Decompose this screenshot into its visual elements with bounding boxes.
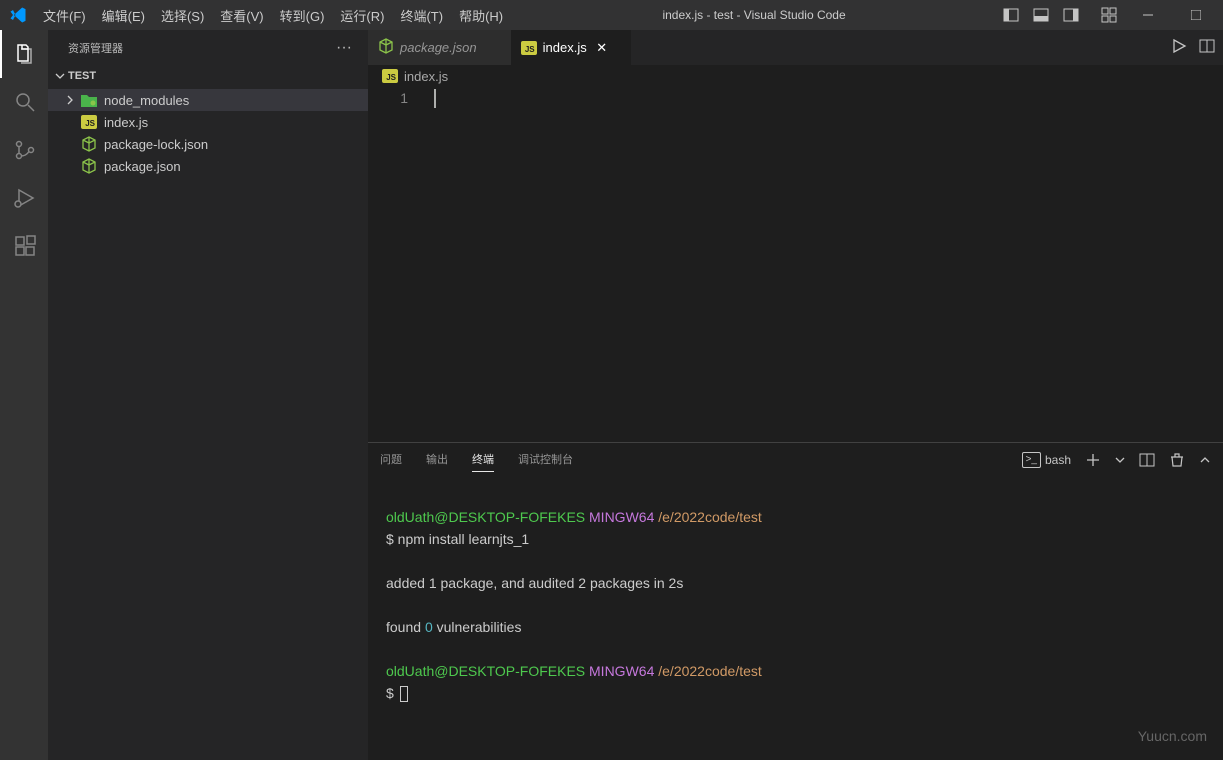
chevron-down-icon (52, 71, 68, 81)
tree-item-label: package-lock.json (104, 137, 208, 152)
tab-index-js[interactable]: JS index.js ✕ (511, 30, 631, 65)
breadcrumb-label: index.js (404, 69, 448, 84)
panel-tab-debug-console[interactable]: 调试控制台 (518, 447, 573, 472)
kill-terminal-icon[interactable] (1169, 452, 1185, 468)
panel-tab-problems[interactable]: 问题 (380, 447, 402, 472)
new-terminal-button[interactable] (1085, 452, 1101, 468)
terminal-user: oldUath@DESKTOP-FOFEKES (386, 509, 585, 525)
tree-file-package-json[interactable]: package.json (48, 155, 368, 177)
npm-icon (78, 136, 100, 152)
menu-go[interactable]: 转到(G) (272, 0, 333, 30)
terminal-env: MINGW64 (589, 663, 654, 679)
editor-area: package.json ✕ JS index.js ✕ JS index.js… (368, 30, 1223, 760)
terminal-cursor (400, 686, 408, 702)
file-tree: node_modules JS index.js package-lock.js… (48, 87, 368, 177)
menu-help[interactable]: 帮助(H) (451, 0, 511, 30)
tree-file-package-lock[interactable]: package-lock.json (48, 133, 368, 155)
window-title: index.js - test - Visual Studio Code (511, 8, 997, 22)
split-terminal-icon[interactable] (1139, 452, 1155, 468)
npm-icon (78, 158, 100, 174)
line-gutter: 1 (368, 87, 434, 442)
maximize-panel-icon[interactable] (1199, 454, 1211, 466)
activity-extensions[interactable] (0, 222, 48, 270)
npm-icon (378, 38, 394, 57)
js-icon: JS (521, 41, 537, 55)
activity-search[interactable] (0, 78, 48, 126)
menu-file[interactable]: 文件(F) (35, 0, 94, 30)
tab-label: index.js (543, 40, 587, 55)
panel-tab-terminal[interactable]: 终端 (472, 447, 494, 472)
maximize-button[interactable] (1173, 0, 1219, 30)
minimize-button[interactable] (1125, 0, 1171, 30)
terminal-dropdown-icon[interactable] (1115, 455, 1125, 465)
tab-label: package.json (400, 40, 477, 55)
tree-item-label: node_modules (104, 93, 189, 108)
menubar: 文件(F) 编辑(E) 选择(S) 查看(V) 转到(G) 运行(R) 终端(T… (35, 0, 511, 30)
panel-tab-output[interactable]: 输出 (426, 447, 448, 472)
shell-name: bash (1045, 453, 1071, 467)
terminal-line: $ npm install learnjts_1 (386, 528, 1205, 550)
terminal-shell-selector[interactable]: >_ bash (1022, 452, 1071, 468)
terminal-icon: >_ (1022, 452, 1041, 468)
editor-cursor (434, 89, 436, 108)
terminal-env: MINGW64 (589, 509, 654, 525)
layout-customize-icon[interactable] (1095, 0, 1123, 30)
layout-panel-bottom-icon[interactable] (1027, 0, 1055, 30)
terminal-line: $ (386, 682, 1205, 704)
close-icon[interactable]: ✕ (593, 39, 611, 57)
terminal-path: /e/2022code/test (658, 509, 762, 525)
watermark: Yuucn.com (1138, 728, 1207, 744)
tree-item-label: index.js (104, 115, 148, 130)
bottom-panel: 问题 输出 终端 调试控制台 >_ bash (368, 442, 1223, 760)
terminal-content[interactable]: oldUath@DESKTOP-FOFEKES MINGW64 /e/2022c… (368, 476, 1223, 760)
line-number: 1 (368, 89, 408, 108)
terminal-line: added 1 package, and audited 2 packages … (386, 572, 1205, 594)
js-icon: JS (78, 115, 100, 129)
terminal-user: oldUath@DESKTOP-FOFEKES (386, 663, 585, 679)
menu-view[interactable]: 查看(V) (212, 0, 271, 30)
project-header[interactable]: TEST (48, 65, 368, 87)
layout-panel-left-icon[interactable] (997, 0, 1025, 30)
layout-panel-right-icon[interactable] (1057, 0, 1085, 30)
breadcrumb[interactable]: JS index.js (368, 65, 1223, 87)
sidebar-explorer: 资源管理器 ··· TEST node_modules JS index.js (48, 30, 368, 760)
tab-package-json[interactable]: package.json ✕ (368, 30, 511, 65)
split-editor-icon[interactable] (1199, 38, 1215, 57)
terminal-path: /e/2022code/test (658, 663, 762, 679)
vscode-logo (0, 0, 35, 30)
js-icon: JS (382, 69, 398, 83)
editor-body[interactable]: 1 (368, 87, 1223, 442)
menu-run[interactable]: 运行(R) (332, 0, 392, 30)
menu-terminal[interactable]: 终端(T) (392, 0, 451, 30)
code-area[interactable] (434, 87, 1223, 442)
sidebar-title: 资源管理器 (68, 40, 123, 56)
terminal-line: found 0 vulnerabilities (386, 616, 1205, 638)
run-icon[interactable] (1171, 38, 1187, 57)
editor-tabs: package.json ✕ JS index.js ✕ (368, 30, 1223, 65)
titlebar: 文件(F) 编辑(E) 选择(S) 查看(V) 转到(G) 运行(R) 终端(T… (0, 0, 1223, 30)
project-name: TEST (68, 70, 96, 82)
sidebar-more-icon[interactable]: ··· (336, 39, 352, 57)
activity-explorer[interactable] (0, 30, 48, 78)
tree-item-label: package.json (104, 159, 181, 174)
folder-icon (78, 93, 100, 107)
menu-edit[interactable]: 编辑(E) (94, 0, 153, 30)
tree-folder-node-modules[interactable]: node_modules (48, 89, 368, 111)
activity-run-debug[interactable] (0, 174, 48, 222)
chevron-right-icon (62, 95, 78, 105)
menu-selection[interactable]: 选择(S) (153, 0, 212, 30)
tree-file-index-js[interactable]: JS index.js (48, 111, 368, 133)
activity-bar (0, 30, 48, 760)
activity-source-control[interactable] (0, 126, 48, 174)
